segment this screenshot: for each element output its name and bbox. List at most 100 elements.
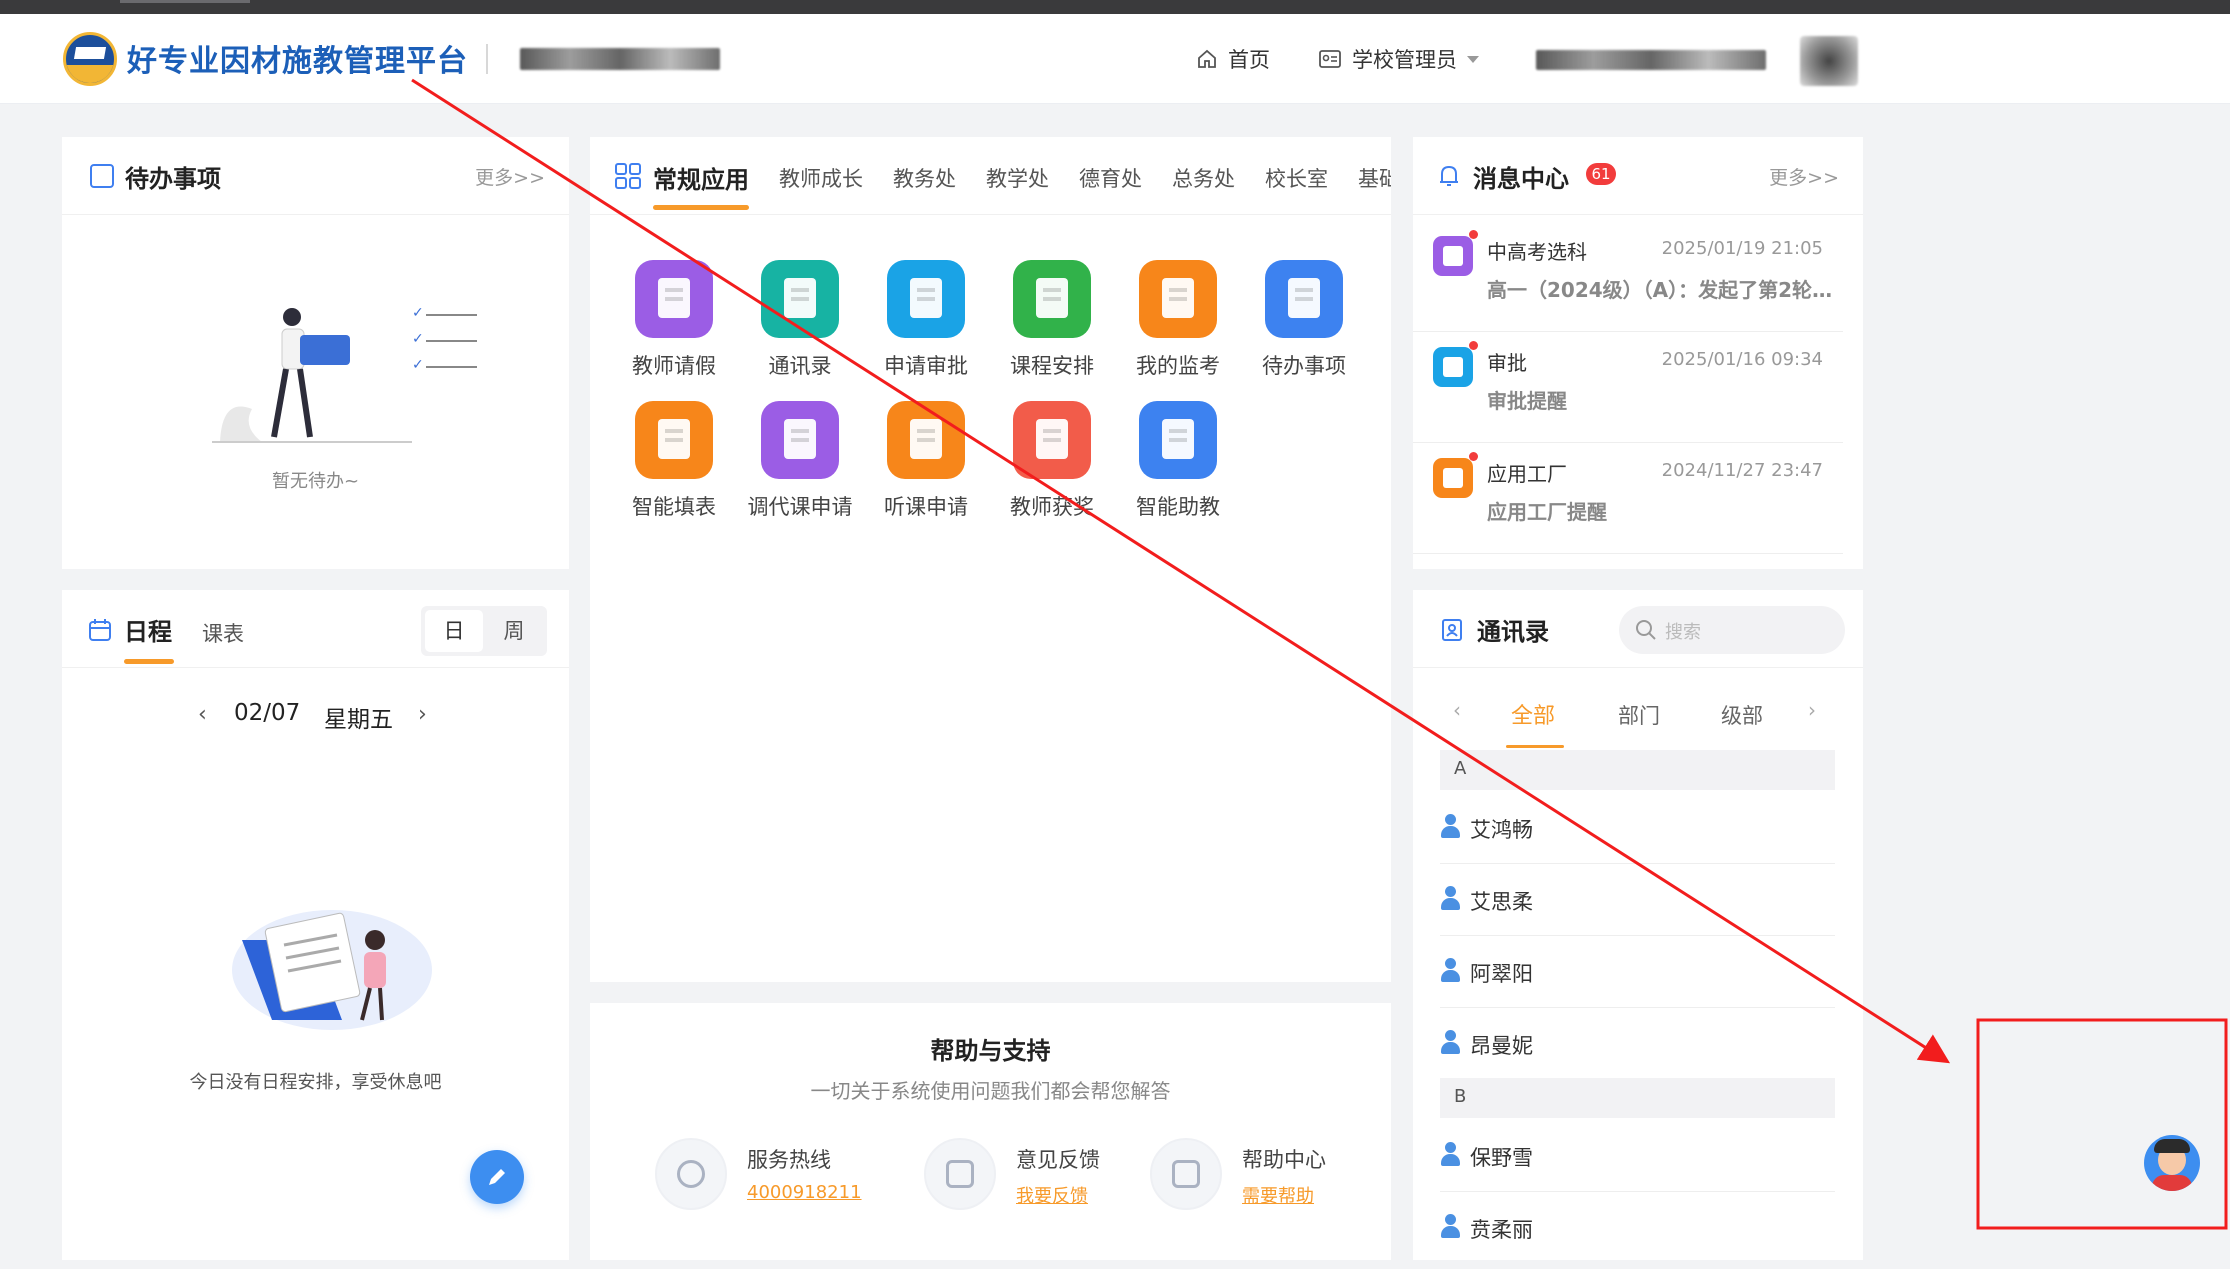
tab-academic-affairs[interactable]: 教务处 (893, 163, 956, 193)
substitute-icon (761, 401, 839, 479)
app-label: 待办事项 (1262, 354, 1346, 378)
contacts-header: 通讯录 搜索 (1413, 590, 1863, 668)
tab-teaching-office[interactable]: 教学处 (986, 163, 1049, 193)
message-header: 消息中心 61 更多>> (1413, 137, 1863, 215)
toggle-week-button[interactable]: 周 (485, 610, 543, 652)
observe-icon (887, 401, 965, 479)
contacts-title: 通讯录 (1477, 618, 1549, 646)
browser-top-strip (0, 0, 2230, 14)
tab-teacher-growth[interactable]: 教师成长 (779, 163, 863, 193)
help-support-card: 帮助与支持 一切关于系统使用问题我们都会帮您解答 (590, 1003, 1391, 1260)
tab-general-affairs[interactable]: 总务处 (1172, 163, 1235, 193)
contact-group-header: A (1440, 750, 1835, 790)
message-item[interactable]: 审批 2025/01/16 09:34 审批提醒 (1413, 333, 1843, 443)
help-item-title: 意见反馈 (1016, 1148, 1100, 1172)
app-approval[interactable]: 申请审批 (861, 260, 991, 380)
grid-icon (615, 163, 641, 189)
message-item[interactable]: 中高考选科 2025/01/19 21:05 高一（2024级）（A）：发起了第2轮… (1413, 222, 1843, 332)
app-factory-icon (1433, 458, 1473, 498)
edit-fab-button[interactable] (470, 1150, 524, 1204)
contact-row[interactable]: 艾思柔 (1440, 864, 1835, 936)
teacher-leave-icon (635, 260, 713, 338)
app-smart-form[interactable]: 智能填表 (609, 401, 739, 521)
app-label: 我的监考 (1136, 354, 1220, 378)
tab-schedule[interactable]: 日程 (124, 612, 172, 647)
contacts-next-arrow[interactable]: › (1808, 698, 1816, 722)
next-day-arrow[interactable]: › (418, 702, 427, 727)
contact-row[interactable]: 贲柔丽 (1440, 1192, 1835, 1264)
bell-icon (1440, 165, 1458, 186)
contact-row[interactable]: 艾鸿畅 (1440, 792, 1835, 864)
elective-icon (1433, 236, 1473, 276)
contact-name: 保野雪 (1470, 1146, 1533, 1170)
search-placeholder: 搜索 (1665, 622, 1701, 643)
help-item-title: 服务热线 (747, 1148, 831, 1172)
tab-timetable[interactable]: 课表 (202, 618, 244, 648)
app-my-invigilation[interactable]: 我的监考 (1113, 260, 1243, 380)
app-todo[interactable]: 待办事项 (1239, 260, 1369, 380)
message-item[interactable]: 应用工厂 2024/11/27 23:47 应用工厂提醒 (1413, 444, 1843, 554)
help-center-link[interactable]: 需要帮助 (1242, 1182, 1314, 1208)
schedule-tab-underline (124, 659, 174, 664)
help-item-title: 帮助中心 (1242, 1148, 1326, 1172)
hotline-number-link[interactable]: 4000918211 (747, 1182, 862, 1203)
prev-day-arrow[interactable]: ‹ (198, 702, 207, 727)
assistant-avatar-button[interactable] (2144, 1135, 2200, 1191)
award-icon (1013, 401, 1091, 479)
pencil-icon (489, 1169, 505, 1185)
contact-row[interactable]: 保野雪 (1440, 1120, 1835, 1192)
home-icon (1198, 49, 1216, 68)
browser-tab[interactable] (120, 0, 250, 3)
feedback-link[interactable]: 我要反馈 (1016, 1182, 1088, 1208)
person-icon (1440, 814, 1460, 840)
message-count-badge: 61 (1586, 163, 1616, 185)
app-label: 智能助教 (1136, 495, 1220, 519)
nav-home[interactable]: 首页 (1196, 44, 1270, 74)
schedule-empty-text: 今日没有日程安排，享受休息吧 (189, 1072, 442, 1093)
svg-text:✓: ✓ (412, 305, 424, 321)
unread-dot (1469, 230, 1478, 239)
app-observe-class[interactable]: 听课申请 (861, 401, 991, 521)
schedule-date: 02/07 (234, 700, 301, 726)
user-avatar[interactable] (1800, 36, 1858, 86)
message-more-link[interactable]: 更多>> (1769, 163, 1839, 190)
contacts-prev-arrow[interactable]: ‹ (1453, 698, 1461, 722)
app-teacher-leave[interactable]: 教师请假 (609, 260, 739, 380)
app-label: 教师请假 (632, 354, 716, 378)
app-smart-assistant[interactable]: 智能助教 (1113, 401, 1243, 521)
chevron-down-icon (1467, 55, 1479, 63)
contact-row[interactable]: 阿翠阳 (1440, 936, 1835, 1008)
smart-form-icon (635, 401, 713, 479)
invigilation-icon (1139, 260, 1217, 338)
contacts-tab-grade[interactable]: 级部 (1721, 700, 1763, 730)
tab-principal-office[interactable]: 校长室 (1265, 163, 1328, 193)
app-substitute-class[interactable]: 调代课申请 (735, 401, 865, 521)
app-teacher-awards[interactable]: 教师获奖 (987, 401, 1117, 521)
contacts-search[interactable]: 搜索 (1619, 606, 1845, 654)
empty-schedule-illustration (232, 910, 432, 1030)
role-label: 学校管理员 (1352, 48, 1457, 72)
todo-more-link[interactable]: 更多>> (475, 163, 545, 190)
tab-regular-apps[interactable]: 常规应用 (653, 160, 749, 195)
app-title: 好专业因材施教管理平台 (127, 44, 468, 79)
app-course-schedule[interactable]: 课程安排 (987, 260, 1117, 380)
tab-moral-education[interactable]: 德育处 (1079, 163, 1142, 193)
todo-header: 待办事项 更多>> (62, 137, 569, 215)
app-label: 申请审批 (884, 354, 968, 378)
person-icon (1440, 958, 1460, 984)
headset-icon (655, 1138, 727, 1210)
app-label: 教师获奖 (1010, 495, 1094, 519)
contacts-tab-all[interactable]: 全部 (1511, 698, 1555, 730)
app-contacts[interactable]: 通讯录 (735, 260, 865, 380)
contacts-tab-department[interactable]: 部门 (1618, 700, 1660, 730)
message-time: 2025/01/16 09:34 (1661, 349, 1823, 370)
nav-home-label: 首页 (1228, 48, 1270, 72)
toggle-day-button[interactable]: 日 (425, 610, 483, 652)
message-time: 2024/11/27 23:47 (1661, 460, 1823, 481)
tab-basic[interactable]: 基础 (1358, 163, 1391, 193)
contact-row[interactable]: 昂曼妮 (1440, 1008, 1835, 1080)
unread-dot (1469, 341, 1478, 350)
message-title: 审批 (1487, 351, 1527, 375)
role-switcher[interactable]: 学校管理员 (1318, 44, 1479, 74)
todo-app-icon (1265, 260, 1343, 338)
